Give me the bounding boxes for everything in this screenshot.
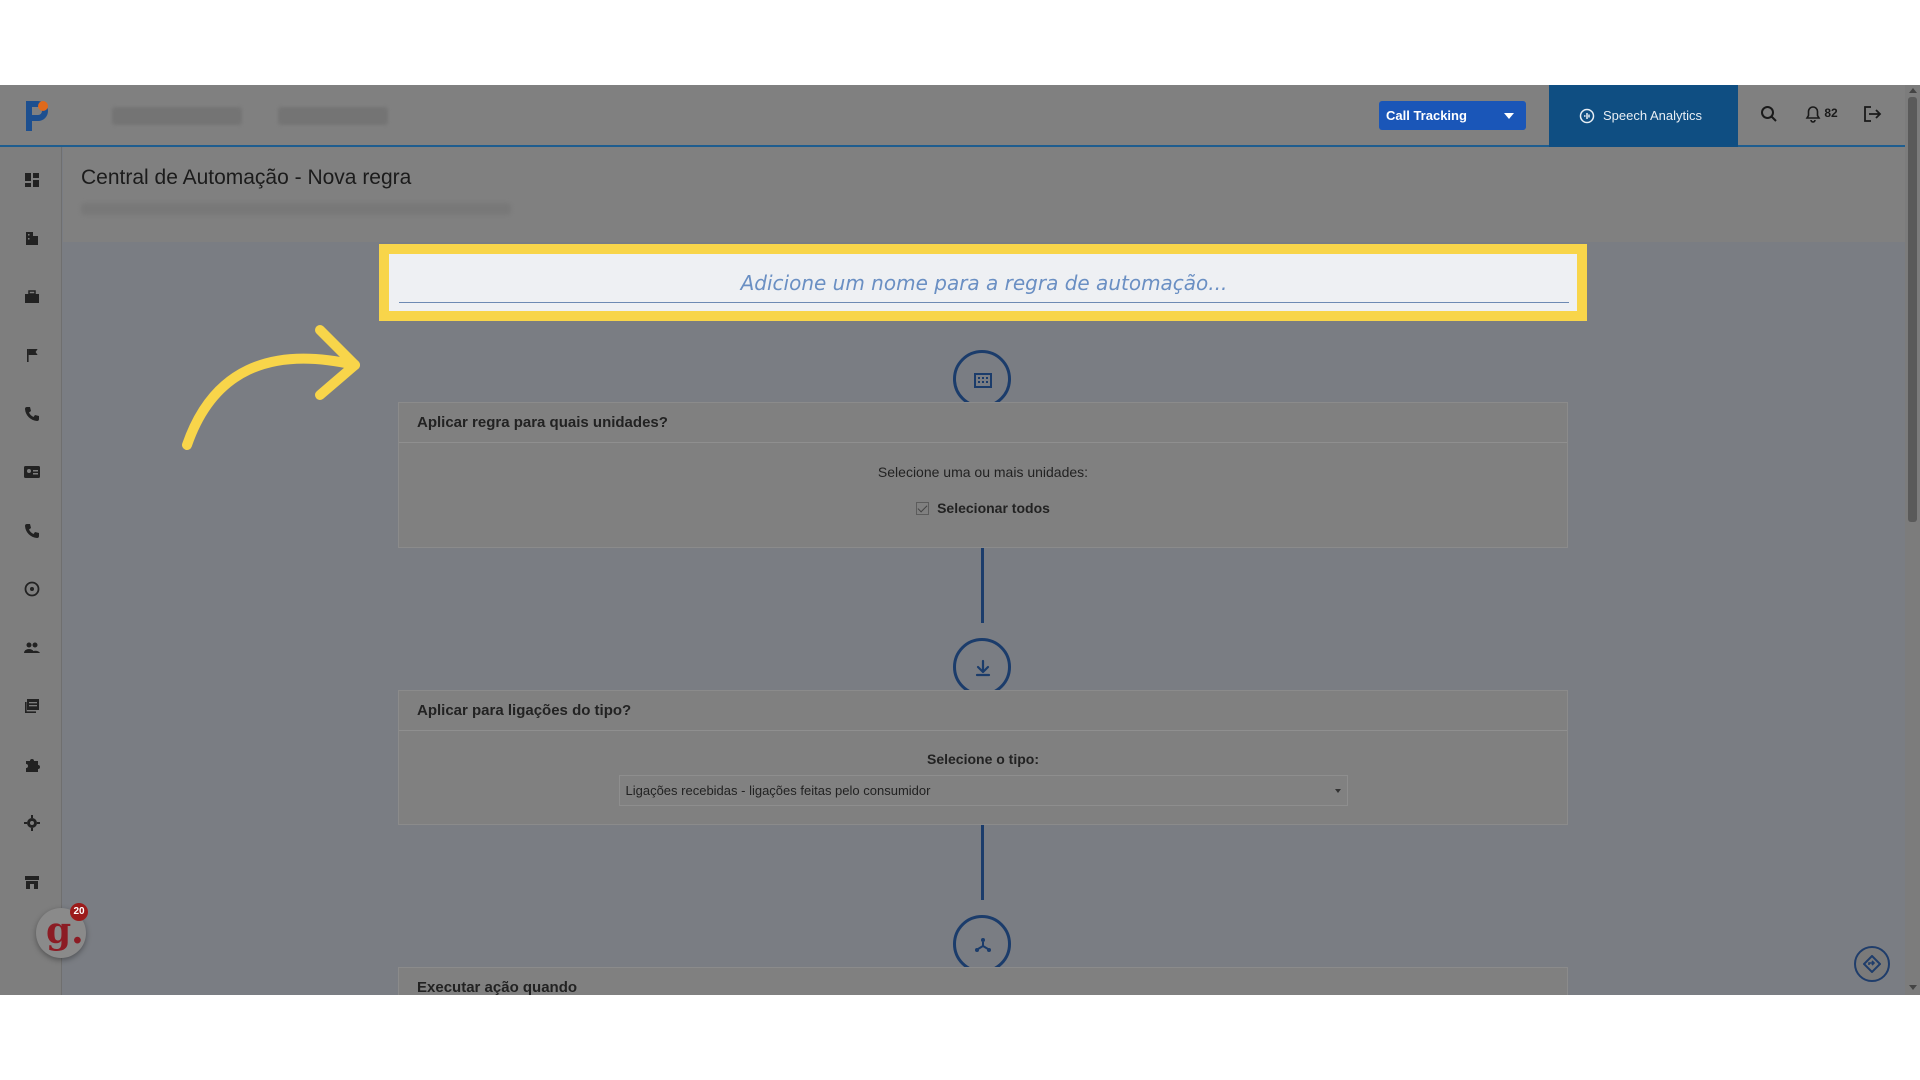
product-dropdown-label: Call Tracking [1386, 108, 1467, 123]
phone-icon[interactable] [23, 522, 41, 540]
breadcrumb [81, 203, 511, 215]
units-subtitle: Selecione uma ou mais unidades: [877, 464, 1089, 480]
fork-icon [975, 938, 991, 952]
page-header: Central de Automação - Nova regra [63, 147, 1905, 242]
brand-logo[interactable] [20, 97, 52, 135]
rule-name-highlight [379, 244, 1587, 321]
chat-widget-button[interactable]: g. 20 [36, 903, 88, 958]
units-card-title: Aplicar regra para quais unidades? [399, 403, 1567, 443]
speech-analytics-icon [1579, 108, 1595, 124]
step-connector [981, 548, 984, 623]
puzzle-icon[interactable] [23, 756, 41, 774]
page-title: Central de Automação - Nova regra [81, 166, 412, 189]
phone-icon[interactable] [23, 405, 41, 423]
step-action-circle [953, 915, 1011, 973]
action-card-title: Executar ação quando [399, 968, 1567, 995]
call-type-selected-value: Ligações recebidas - ligações feitas pel… [625, 783, 931, 798]
flag-icon[interactable] [23, 346, 41, 364]
scrollbar-thumb[interactable] [1908, 97, 1917, 522]
building-icon [974, 373, 992, 388]
nav-menu-item-blurred[interactable] [112, 107, 242, 125]
checkbox-checked-icon[interactable] [916, 502, 930, 515]
contact-card-icon[interactable] [23, 463, 41, 481]
top-navbar: Call Tracking Speech Analytics 82 [0, 85, 1905, 147]
scroll-up-icon[interactable] [1909, 88, 1917, 93]
step-units-circle [953, 350, 1011, 408]
select-all-checkbox[interactable]: Selecionar todos [916, 500, 1050, 516]
speech-analytics-label: Speech Analytics [1603, 108, 1703, 123]
page-scrollbar[interactable] [1905, 85, 1920, 995]
call-type-card: Aplicar para ligações do tipo? Selecione… [398, 690, 1568, 825]
notifications-count: 82 [1824, 106, 1838, 121]
call-type-select[interactable]: Ligações recebidas - ligações feitas pel… [618, 775, 1348, 806]
help-floating-button[interactable] [1854, 946, 1890, 982]
store-icon[interactable] [23, 873, 41, 891]
bell-icon [1805, 106, 1821, 123]
library-icon[interactable] [23, 697, 41, 715]
diamond-arrow-icon [1863, 955, 1881, 973]
call-type-label: Selecione o tipo: [926, 751, 1039, 767]
product-dropdown[interactable]: Call Tracking [1379, 101, 1526, 130]
curved-arrow-annotation [182, 325, 360, 450]
caret-down-icon [1504, 113, 1514, 119]
chat-widget-count-badge: 20 [70, 903, 88, 921]
download-arrow-icon [975, 659, 991, 677]
sidebar [0, 147, 62, 995]
step-connector [981, 825, 984, 900]
speech-analytics-tab[interactable]: Speech Analytics [1549, 85, 1738, 147]
call-type-card-title: Aplicar para ligações do tipo? [399, 691, 1567, 731]
briefcase-icon[interactable] [23, 288, 41, 306]
caret-down-icon [1334, 789, 1341, 793]
rule-name-input[interactable] [399, 263, 1569, 303]
search-icon[interactable] [1760, 105, 1778, 123]
app-window: Call Tracking Speech Analytics 82 Centra… [0, 85, 1920, 995]
notifications-button[interactable]: 82 [1805, 105, 1838, 123]
gauge-icon[interactable] [23, 580, 41, 598]
scroll-down-icon[interactable] [1909, 985, 1917, 990]
nav-menu-item-blurred[interactable] [278, 107, 388, 125]
dashboard-icon[interactable] [23, 171, 41, 189]
units-card: Aplicar regra para quais unidades? Selec… [398, 402, 1568, 548]
logout-icon[interactable] [1862, 105, 1882, 123]
building-icon[interactable] [23, 229, 41, 247]
people-icon[interactable] [23, 639, 41, 657]
action-card: Executar ação quando [398, 967, 1568, 995]
step-type-circle [953, 638, 1011, 696]
select-all-label: Selecionar todos [937, 500, 1050, 516]
gear-icon[interactable] [23, 814, 41, 832]
